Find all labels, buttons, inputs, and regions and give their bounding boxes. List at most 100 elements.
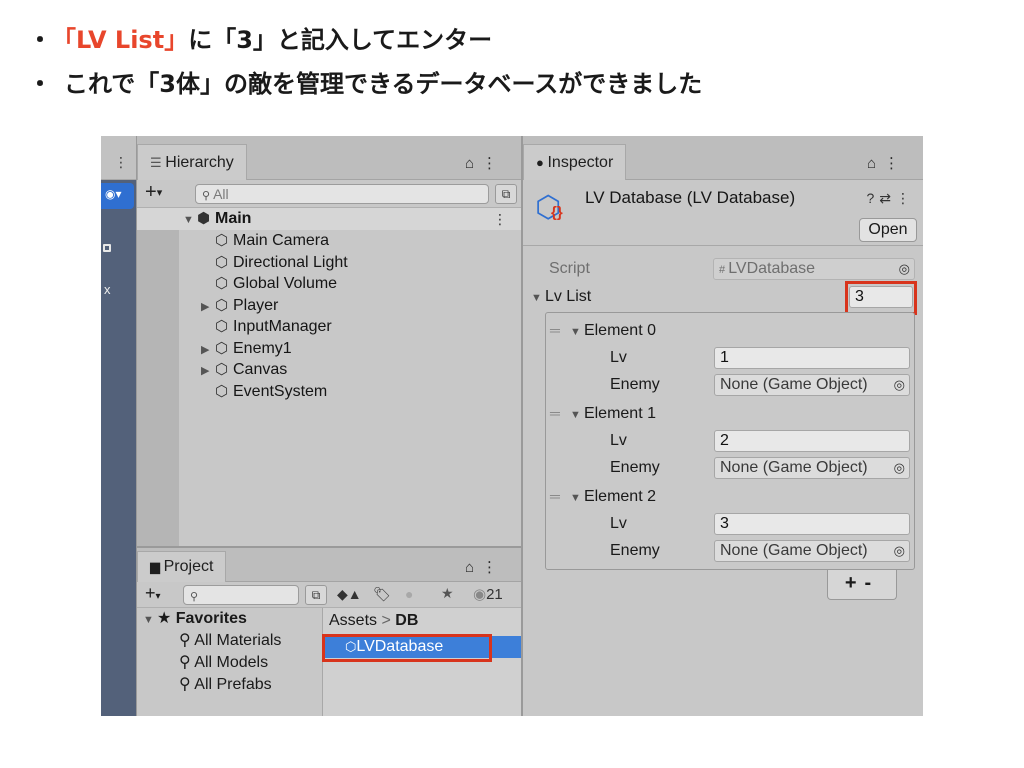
expand-caret-icon[interactable]: ▼: [143, 614, 157, 626]
hidden-packages-toggle[interactable]: ◉21: [473, 585, 503, 603]
gameobject-icon: ⬡: [215, 296, 229, 314]
expand-caret-icon[interactable]: ▼: [183, 209, 197, 231]
list-add-remove-buttons: +-: [827, 570, 897, 600]
search-options-icon[interactable]: ⧉: [495, 184, 517, 204]
scene-toggle-dropdown[interactable]: ◉▾: [101, 183, 134, 209]
eye-icon: ◉: [473, 586, 487, 603]
hierarchy-item-label: Player: [233, 296, 279, 314]
hierarchy-panel: ☰ Hierarchy ⌂⋮ +▾ ⚲ All ⧉ ▼ ⬢ Main ⋮ ⬡ Main …: [137, 136, 521, 546]
hierarchy-item[interactable]: ⬡ Directional Light: [201, 252, 348, 274]
object-title: LV Database (LV Database): [585, 188, 796, 207]
search-icon: ⚲: [190, 591, 199, 603]
inspector-tab-actions[interactable]: ⌂⋮: [867, 154, 907, 172]
project-favorites: ▼ ★ Favorites ⚲ All Materials ⚲ All Mode…: [137, 608, 321, 716]
project-tab-actions[interactable]: ⌂⋮: [465, 558, 505, 576]
list-element-foldout[interactable]: ═ ▼ Element 2: [550, 485, 656, 509]
drag-handle-icon[interactable]: ═: [550, 402, 570, 424]
drag-handle-icon[interactable]: ═: [550, 319, 570, 341]
help-icon[interactable]: ?: [866, 190, 879, 206]
favorite-all-models[interactable]: ⚲ All Models: [179, 652, 268, 674]
lv-label: Lv: [610, 432, 627, 449]
bullet-2-text: これで「3体」の敵を管理できるデータベースができました: [64, 70, 703, 98]
scene-row-main[interactable]: ▼ ⬢ Main ⋮: [137, 208, 521, 230]
drag-handle-icon[interactable]: ═: [550, 485, 570, 507]
enemy-object-field[interactable]: None (Game Object) ◎: [714, 540, 910, 562]
highlight-box-asset: [322, 634, 492, 662]
tab-hierarchy[interactable]: ☰ Hierarchy: [137, 144, 247, 180]
filter-by-type-icon[interactable]: ◆▲: [337, 586, 362, 603]
project-search-input[interactable]: ⚲: [183, 585, 299, 605]
expand-caret-icon[interactable]: ▼: [570, 326, 584, 338]
lv-input[interactable]: 3: [714, 513, 910, 535]
hierarchy-item[interactable]: ▶ ⬡ Enemy1: [201, 338, 292, 360]
lock-icon[interactable]: ⌂: [465, 155, 482, 172]
expand-caret-icon[interactable]: ▼: [531, 292, 545, 304]
gameobject-icon: ⬡: [215, 232, 229, 249]
script-label: Script: [549, 260, 590, 277]
favorite-all-prefabs[interactable]: ⚲ All Prefabs: [179, 674, 272, 696]
star-icon[interactable]: ★: [441, 585, 454, 602]
add-element-button[interactable]: +: [845, 572, 865, 594]
bullet-2: ・これで「3体」の敵を管理できるデータベースができました: [28, 70, 703, 98]
kebab-menu-icon[interactable]: ⋮: [482, 559, 505, 576]
object-picker-icon[interactable]: ◎: [894, 541, 905, 561]
hierarchy-item[interactable]: ⬡ Global Volume: [201, 273, 337, 295]
lv-input[interactable]: 2: [714, 430, 910, 452]
hierarchy-item[interactable]: ⬡ Main Camera: [201, 230, 329, 252]
favorite-all-materials[interactable]: ⚲ All Materials: [179, 630, 281, 652]
hierarchy-item[interactable]: ⬡ EventSystem: [201, 381, 327, 403]
object-picker-icon[interactable]: ◎: [894, 375, 905, 395]
hierarchy-item[interactable]: ⬡ InputManager: [201, 316, 332, 338]
info-icon: ●: [536, 155, 548, 170]
open-button[interactable]: Open: [859, 218, 917, 242]
filter-by-label-icon[interactable]: 🏷︎: [373, 586, 391, 603]
create-dropdown-button[interactable]: +▾: [145, 181, 162, 204]
expand-caret-icon[interactable]: ▶: [201, 360, 215, 382]
list-element-foldout[interactable]: ═ ▼ Element 1: [550, 402, 656, 426]
element-label: Element 2: [583, 488, 656, 505]
inspector-panel: ● Inspector ⌂⋮ ⬡{} LV Database (LV Datab…: [523, 136, 923, 716]
hierarchy-item[interactable]: ▶ ⬡ Canvas: [201, 359, 287, 381]
folder-icon: ▆: [150, 559, 164, 574]
kebab-menu-icon[interactable]: ⋮: [114, 154, 128, 171]
lock-icon[interactable]: ⌂: [465, 559, 482, 576]
project-panel: ▆ Project ⌂⋮ +▾ ⚲ ⧉ ◆▲ 🏷︎ ● ★ ◉21 ▼ ★ Fa…: [137, 548, 522, 716]
search-options-icon[interactable]: ⧉: [305, 585, 327, 605]
breadcrumb: Assets > DB: [329, 612, 419, 629]
hierarchy-search-input[interactable]: ⚲ All: [195, 184, 489, 204]
scene-view-sliver: ⋮ ◉▾ x: [101, 136, 137, 716]
expand-caret-icon[interactable]: ▼: [570, 409, 584, 421]
unity-scene-icon: ⬢: [197, 210, 211, 227]
kebab-menu-icon[interactable]: ⋮: [482, 155, 505, 172]
hierarchy-item[interactable]: ▶ ⬡ Player: [201, 295, 278, 317]
hierarchy-item-label: Directional Light: [233, 253, 348, 271]
kebab-menu-icon[interactable]: ⋮: [884, 155, 907, 172]
enemy-label: Enemy: [610, 459, 660, 476]
lv-list-foldout[interactable]: ▼ Lv List: [531, 286, 591, 309]
bullet-1-text: に「3」と記入してエンター: [188, 26, 493, 54]
tab-project[interactable]: ▆ Project: [137, 551, 227, 582]
remove-element-button[interactable]: -: [865, 572, 880, 594]
kebab-menu-icon[interactable]: ⋮: [493, 208, 507, 230]
list-element-foldout[interactable]: ═ ▼ Element 0: [550, 319, 656, 343]
enemy-label: Enemy: [610, 376, 660, 393]
kebab-menu-icon[interactable]: ⋮: [896, 190, 915, 206]
lv-input[interactable]: 1: [714, 347, 910, 369]
enemy-object-field[interactable]: None (Game Object) ◎: [714, 374, 910, 396]
settings-sliders-icon[interactable]: ⇄: [879, 190, 896, 206]
expand-caret-icon[interactable]: ▶: [201, 339, 215, 361]
object-picker-icon[interactable]: ◎: [894, 458, 905, 478]
enemy-object-field[interactable]: None (Game Object) ◎: [714, 457, 910, 479]
bullet-1: ・「LV List」に「3」と記入してエンター: [28, 26, 493, 54]
scriptable-object-icon: ⬡{}: [535, 191, 563, 224]
hierarchy-tab-actions[interactable]: ⌂⋮: [465, 154, 505, 172]
info-icon[interactable]: ●: [405, 586, 413, 602]
gameobject-icon: ⬡: [215, 361, 229, 378]
gameobject-icon: ⬡: [215, 253, 229, 271]
lock-icon[interactable]: ⌂: [867, 155, 884, 172]
expand-caret-icon[interactable]: ▶: [201, 296, 215, 318]
enemy-object-value: None (Game Object): [720, 376, 868, 393]
create-asset-button[interactable]: +▾: [145, 583, 161, 604]
expand-caret-icon[interactable]: ▼: [570, 492, 584, 504]
tab-inspector[interactable]: ● Inspector: [523, 144, 627, 180]
